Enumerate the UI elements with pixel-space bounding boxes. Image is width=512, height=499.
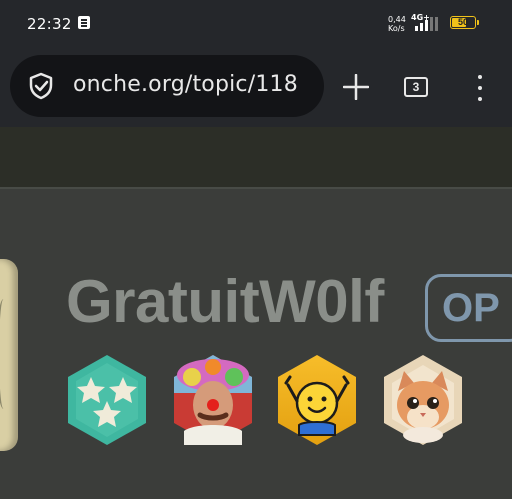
page-header-band (0, 127, 512, 187)
browser-toolbar: onche.org/topic/118 3 (0, 50, 512, 127)
tab-count: 3 (412, 80, 420, 94)
status-time: 22:32 (27, 15, 72, 33)
network-speed-unit: Ko/s (388, 24, 405, 33)
tab-switcher-button[interactable]: 3 (404, 77, 428, 97)
happy-emoji-badge-icon[interactable] (274, 353, 360, 447)
address-bar[interactable]: onche.org/topic/118 (10, 55, 324, 117)
battery-icon: 50 (450, 16, 479, 29)
overflow-menu-icon[interactable] (472, 74, 488, 102)
network-speed: 0,44 Ko/s (388, 15, 406, 33)
new-tab-icon[interactable] (343, 74, 369, 100)
url-text[interactable]: onche.org/topic/118 (73, 72, 298, 97)
network-speed-value: 0,44 (388, 15, 406, 24)
profile-card: GratuitW0lf OP (0, 189, 512, 499)
avatar[interactable] (0, 259, 18, 451)
stars-badge-icon[interactable] (64, 353, 150, 447)
cat-badge-icon[interactable] (380, 353, 466, 447)
clown-badge-icon[interactable] (170, 353, 256, 447)
username[interactable]: GratuitW0lf (66, 267, 384, 337)
op-badge: OP (425, 274, 512, 342)
battery-level: 50 (457, 17, 468, 27)
status-bar: 22:32 0,44 Ko/s 4G+ 50 (0, 0, 512, 50)
shield-check-icon[interactable] (28, 72, 54, 100)
signal-icon (415, 17, 438, 31)
notification-icon (78, 16, 90, 29)
